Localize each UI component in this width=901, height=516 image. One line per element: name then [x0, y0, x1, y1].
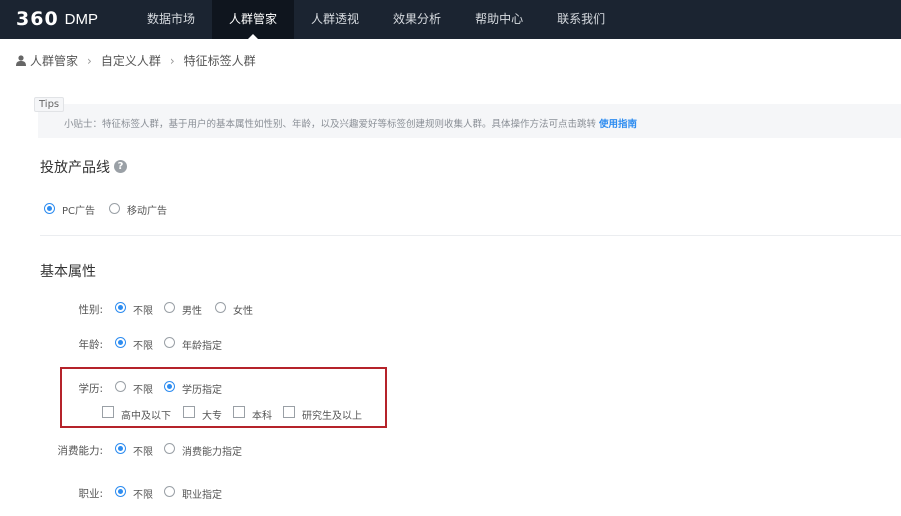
gender-label: 性别:: [78, 304, 103, 316]
radio-occupation-specified[interactable]: [164, 486, 175, 497]
radio-education-specified[interactable]: [164, 381, 175, 392]
option-age-specified[interactable]: 年龄指定: [182, 337, 222, 352]
option-education-any[interactable]: 不限: [133, 381, 153, 396]
breadcrumb-audience-manager[interactable]: 人群管家: [30, 52, 78, 69]
option-mobile-ad[interactable]: 移动广告: [127, 202, 167, 217]
option-occupation-any[interactable]: 不限: [133, 486, 153, 501]
option-age-any[interactable]: 不限: [133, 337, 153, 352]
tips-tag: Tips: [34, 97, 65, 112]
breadcrumb-separator: ›: [169, 53, 175, 68]
option-consumption-specified[interactable]: 消费能力指定: [182, 443, 242, 458]
option-gender-female[interactable]: 女性: [233, 302, 253, 317]
checkbox-junior-college[interactable]: [183, 406, 195, 418]
breadcrumb: 人群管家 › 自定义人群 › 特征标签人群: [16, 52, 256, 69]
logo-number: 360: [16, 8, 59, 30]
radio-consumption-specified[interactable]: [164, 443, 175, 454]
checkbox-bachelor[interactable]: [233, 406, 245, 418]
tips-body: 小贴士：特征标签人群，基于用户的基本属性如性别、年龄，以及兴趣爱好等标签创建规则…: [64, 119, 597, 130]
option-pc-ad[interactable]: PC广告: [62, 202, 95, 217]
checkbox-high-school[interactable]: [102, 406, 114, 418]
tips-text: 小贴士：特征标签人群，基于用户的基本属性如性别、年龄，以及兴趣爱好等标签创建规则…: [64, 116, 637, 130]
consumption-label: 消费能力:: [57, 445, 103, 457]
nav-audience-insight[interactable]: 人群透视: [294, 0, 376, 39]
radio-pc-ad[interactable]: [44, 203, 55, 214]
choice-high-school[interactable]: 高中及以下: [121, 407, 171, 422]
nav-audience-manager[interactable]: 人群管家: [212, 0, 295, 39]
choice-postgraduate[interactable]: 研究生及以上: [302, 407, 362, 422]
section-divider: [40, 235, 901, 236]
breadcrumb-current: 特征标签人群: [183, 54, 256, 68]
choice-junior-college[interactable]: 大专: [202, 407, 222, 422]
logo[interactable]: 360 DMP: [16, 8, 98, 30]
question-circle-icon[interactable]: ?: [114, 160, 127, 173]
nav-help-center[interactable]: 帮助中心: [458, 0, 540, 39]
basic-attributes-title: 基本属性: [40, 264, 96, 280]
option-gender-any[interactable]: 不限: [133, 302, 153, 317]
usage-guide-link[interactable]: 使用指南: [599, 119, 637, 130]
breadcrumb-separator: ›: [87, 53, 92, 68]
checkbox-postgraduate[interactable]: [283, 406, 295, 418]
choice-bachelor[interactable]: 本科: [252, 407, 272, 422]
option-education-specified[interactable]: 学历指定: [182, 381, 222, 396]
option-occupation-specified[interactable]: 职业指定: [182, 486, 222, 501]
option-consumption-any[interactable]: 不限: [133, 443, 153, 458]
occupation-label: 职业:: [78, 488, 103, 500]
radio-education-any[interactable]: [115, 381, 126, 392]
nav-effect-analysis[interactable]: 效果分析: [376, 0, 458, 39]
radio-consumption-any[interactable]: [115, 443, 126, 454]
main-nav: 数据市场 人群管家 人群透视 效果分析 帮助中心 联系我们: [130, 0, 622, 39]
education-label: 学历:: [78, 383, 103, 395]
radio-age-specified[interactable]: [164, 337, 175, 348]
nav-data-market[interactable]: 数据市场: [130, 0, 212, 39]
radio-age-any[interactable]: [115, 337, 126, 348]
radio-occupation-any[interactable]: [115, 486, 126, 497]
age-label: 年龄:: [78, 339, 103, 351]
nav-contact-us[interactable]: 联系我们: [540, 0, 622, 39]
radio-gender-male[interactable]: [164, 302, 175, 313]
option-gender-male[interactable]: 男性: [182, 302, 202, 317]
logo-product: DMP: [64, 10, 99, 28]
radio-gender-any[interactable]: [115, 302, 126, 313]
radio-mobile-ad[interactable]: [109, 203, 120, 214]
user-icon: [16, 55, 26, 66]
radio-gender-female[interactable]: [215, 302, 226, 313]
top-navigation-bar: 360 DMP 数据市场 人群管家 人群透视 效果分析 帮助中心 联系我们: [0, 0, 901, 39]
breadcrumb-custom-audience[interactable]: 自定义人群: [101, 52, 161, 69]
product-line-title: 投放产品线: [40, 160, 110, 176]
